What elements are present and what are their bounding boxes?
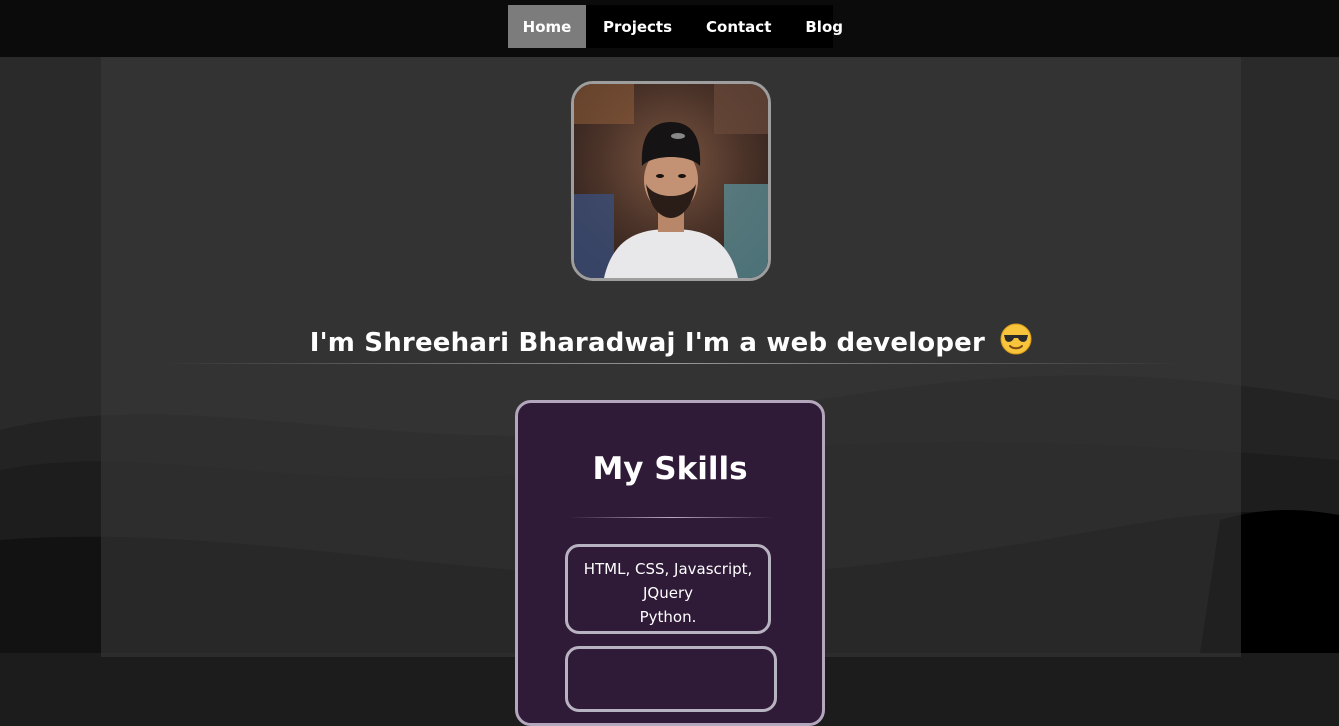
skills-title: My Skills — [592, 451, 748, 487]
skills-card: My Skills HTML, CSS, Javascript, JQuery … — [515, 400, 825, 726]
skill-item: HTML, CSS, Javascript, JQuery Python. — [565, 544, 771, 634]
nav-home[interactable]: Home — [508, 5, 586, 48]
skills-divider — [568, 517, 774, 518]
nav-projects[interactable]: Projects — [586, 5, 689, 48]
sunglasses-emoji-icon — [1000, 323, 1032, 362]
nav-blog[interactable]: Blog — [788, 5, 860, 48]
main-panel: I'm Shreehari Bharadwaj I'm a web develo… — [101, 57, 1241, 726]
headline-text: I'm Shreehari Bharadwaj I'm a web develo… — [309, 328, 986, 359]
skill-line: Python. — [639, 608, 697, 626]
profile-photo — [571, 81, 771, 281]
main-nav: Home Projects Contact Blog — [508, 5, 843, 48]
section-divider — [161, 363, 1181, 364]
nav-contact[interactable]: Contact — [689, 5, 788, 48]
skill-item — [565, 646, 777, 712]
skill-line: JQuery — [642, 584, 693, 602]
skill-line: HTML, CSS, Javascript, — [583, 560, 753, 578]
top-bar: Home Projects Contact Blog — [0, 0, 1339, 57]
hero-headline: I'm Shreehari Bharadwaj I'm a web develo… — [101, 323, 1241, 362]
